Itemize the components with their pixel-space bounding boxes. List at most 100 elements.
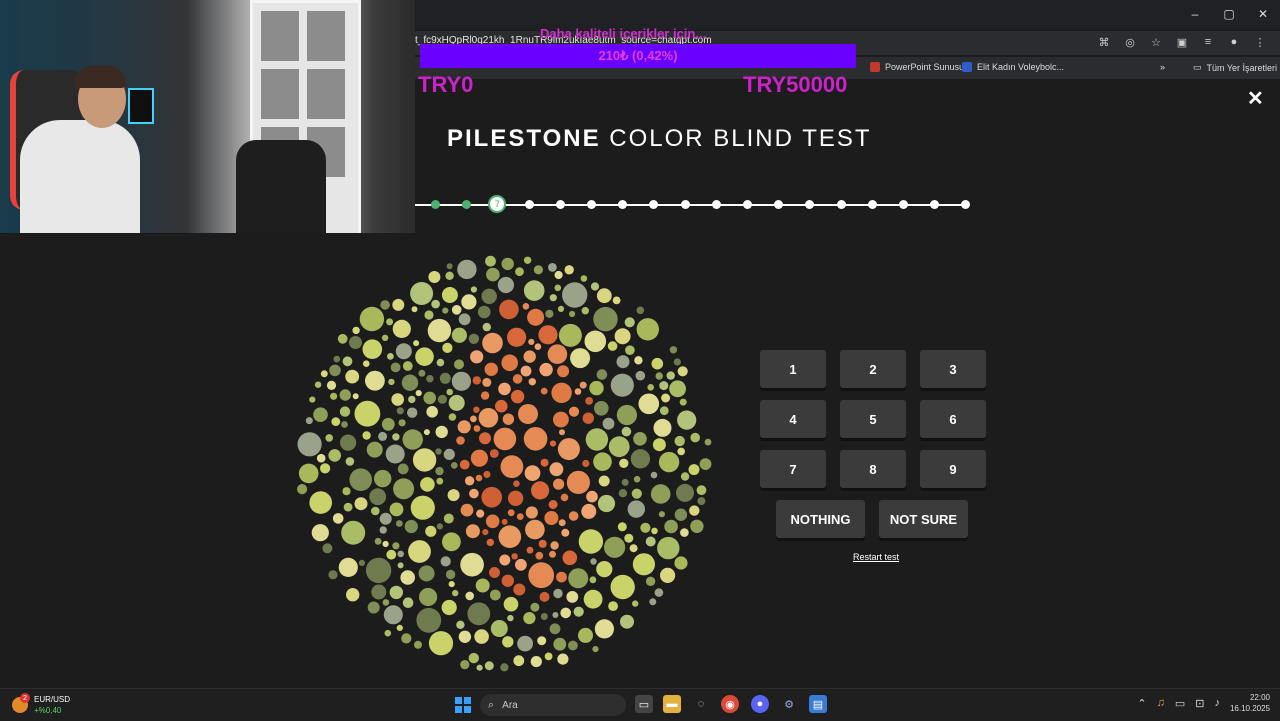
plate-dot [538,539,547,548]
plate-dot [518,404,538,424]
plate-dot [540,458,549,467]
plate-dot [619,458,629,468]
plate-dot [523,427,548,451]
extensions-icon[interactable]: ▣ [1174,34,1190,50]
plate-dot [456,436,465,445]
avatar[interactable]: ● [1226,34,1242,50]
door-pane [307,11,345,61]
plate-dot [337,333,348,344]
bookmark-all[interactable]: ▭ Tüm Yer İşaretleri [1193,62,1277,73]
plate-dot [559,429,565,436]
plate-dot [379,526,387,534]
plate-dot [560,607,571,619]
plate-dot [545,309,554,318]
plate-dot [313,407,328,422]
plate-dot [412,448,437,472]
media-icon[interactable]: ≡ [1200,34,1216,50]
plate-dot [465,524,480,539]
plate-dot [401,374,419,391]
answer-3-button[interactable]: 3 [920,350,986,388]
star-icon[interactable]: ☆ [1148,34,1164,50]
plate-dot [470,350,484,364]
plate-dot [389,585,403,600]
plate-dot [341,520,366,545]
mic-icon[interactable]: ♫ [1157,697,1165,709]
volume-icon[interactable]: ♪ [1214,697,1220,709]
answer-4-button[interactable]: 4 [760,400,826,438]
answer-1-button[interactable]: 1 [760,350,826,388]
bookmark-powerpoint[interactable]: PowerPoint Sunusu [870,62,964,72]
bookmark-voleybol[interactable]: Elit Kadın Voleybolc... [962,62,1064,72]
plate-dot [673,358,681,366]
plate-dot [498,382,511,396]
windows-start-icon[interactable] [455,697,471,713]
plate-dot [590,282,600,291]
plate-dot [533,265,543,275]
close-window-button[interactable]: ✕ [1246,0,1280,28]
door-pane [261,11,299,61]
clock[interactable]: 22:00 16.10.2025 [1230,692,1270,714]
plate-dot [631,488,642,499]
plate-dot [458,313,471,326]
plate-dot [501,257,514,271]
nothing-button[interactable]: NOTHING [776,500,865,538]
plate-dot [517,635,533,652]
plate-dot [395,520,403,527]
chrome-icon[interactable]: ◉ [721,695,739,713]
chevron-right-icon[interactable]: » [1160,62,1165,72]
plate-dot [653,418,672,437]
restart-test-link[interactable]: Restart test [853,552,899,562]
plate-dot [443,448,455,460]
settings-icon[interactable]: ⚙ [780,695,798,713]
chevron-up-icon[interactable]: ⌃ [1137,697,1146,710]
store-icon[interactable]: ▤ [809,695,827,713]
plate-dot [465,591,474,601]
title-bold: PILESTONE [447,125,601,152]
plate-dot [634,356,643,365]
plate-dot [674,435,685,447]
answer-9-button[interactable]: 9 [920,450,986,488]
plate-dot [328,570,338,580]
eye-off-icon[interactable]: ◎ [1122,34,1138,50]
plate-dot [548,500,558,509]
notification-badge: 2 [20,693,30,703]
answer-7-button[interactable]: 7 [760,450,826,488]
plate-dot [443,513,454,524]
plate-dot [482,377,492,387]
discord-icon[interactable]: ● [751,695,769,713]
plate-dot [459,459,470,470]
answer-5-button[interactable]: 5 [840,400,906,438]
answer-6-button[interactable]: 6 [920,400,986,438]
search-box[interactable]: ⌕ Ara [480,694,626,716]
ticker-change: +%0,40 [34,706,62,715]
display-icon[interactable]: ▭ [1175,697,1185,710]
plate-dot [688,464,700,476]
minimize-button[interactable]: – [1178,0,1212,28]
task-view-icon[interactable]: ▭ [635,695,653,713]
plate-dot [633,432,647,446]
plate-dot [697,497,706,506]
menu-icon[interactable]: ⋮ [1252,34,1268,50]
plate-dot [470,449,488,467]
plate-dot [408,540,431,563]
plate-dot [674,556,688,570]
plate-dot [374,537,382,545]
answer-2-button[interactable]: 2 [840,350,906,388]
close-icon[interactable]: ✕ [1247,86,1264,111]
maximize-button[interactable]: ▢ [1212,0,1246,28]
plate-dot [362,339,383,359]
plate-dot [451,305,462,315]
plate-dot [484,661,494,671]
file-explorer-icon[interactable]: ▬ [663,695,681,713]
plate-dot [660,567,676,583]
ticker-widget[interactable]: 2 EUR/USD +%0,40 [12,693,70,716]
network-icon[interactable]: ⊡ [1195,697,1204,710]
not-sure-button[interactable]: NOT SURE [879,500,968,538]
plate-dot [650,471,658,479]
translate-icon[interactable]: ⌘ [1096,34,1112,50]
answer-8-button[interactable]: 8 [840,450,906,488]
plate-dot [407,407,418,418]
plate-dot [397,562,404,569]
app-icon[interactable]: ◌ [692,695,710,713]
plate-dot [502,636,514,648]
